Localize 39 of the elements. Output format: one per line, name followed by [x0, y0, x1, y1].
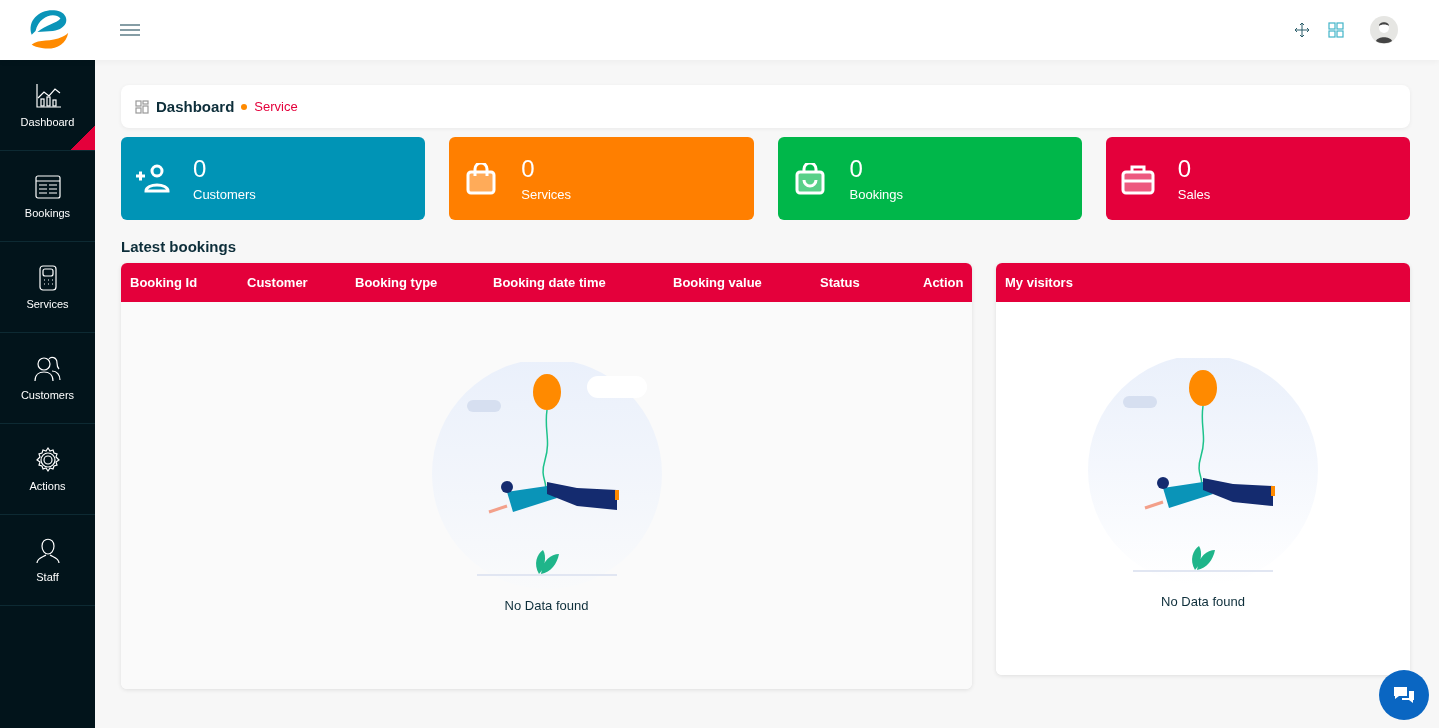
column-header: Action [923, 275, 964, 290]
empty-message: No Data found [504, 598, 589, 613]
column-header: Booking date time [493, 275, 607, 290]
column-header: Booking value [673, 275, 763, 290]
menu-icon[interactable] [120, 24, 140, 36]
column-header: Booking Id [130, 275, 199, 290]
sidebar-item[interactable]: Bookings [0, 151, 95, 242]
stat-label: Sales [1177, 187, 1211, 202]
people-icon [33, 355, 62, 383]
stat-label: Services [521, 187, 572, 202]
list-icon [33, 173, 62, 201]
stat-value: 0 [521, 155, 536, 183]
sidebar-item[interactable]: Services [0, 242, 95, 333]
fullscreen-icon[interactable] [1294, 22, 1310, 38]
sidebar-item[interactable]: Staff [0, 515, 95, 606]
person-icon [33, 537, 62, 565]
stat-label: Bookings [849, 187, 903, 202]
panel-title: My visitors [1005, 275, 1074, 290]
section-title: Latest bookings [121, 238, 237, 255]
sidebar-item[interactable]: Dashboard [0, 60, 95, 151]
stat-value: 0 [1177, 155, 1193, 183]
sidebar-item[interactable]: Customers [0, 333, 95, 424]
stat-label: Customers [193, 187, 256, 202]
page-title: Dashboard [156, 98, 235, 115]
breadcrumb-link[interactable]: Service [254, 99, 298, 114]
column-header: Status [820, 275, 861, 290]
column-header: Customer [247, 275, 309, 290]
stat-value: 0 [849, 155, 864, 183]
grid-icon [135, 99, 149, 114]
add-user-icon [135, 162, 171, 195]
stat-value: 0 [193, 155, 208, 183]
chat-icon [1392, 685, 1416, 705]
dot-icon [241, 103, 248, 110]
chart-icon [33, 82, 62, 110]
sidebar-item[interactable]: Actions [0, 424, 95, 515]
avatar-icon[interactable] [1370, 16, 1398, 44]
chat-button[interactable] [1379, 670, 1429, 720]
column-header: Booking type [355, 275, 439, 290]
empty-message: No Data found [1161, 594, 1245, 609]
